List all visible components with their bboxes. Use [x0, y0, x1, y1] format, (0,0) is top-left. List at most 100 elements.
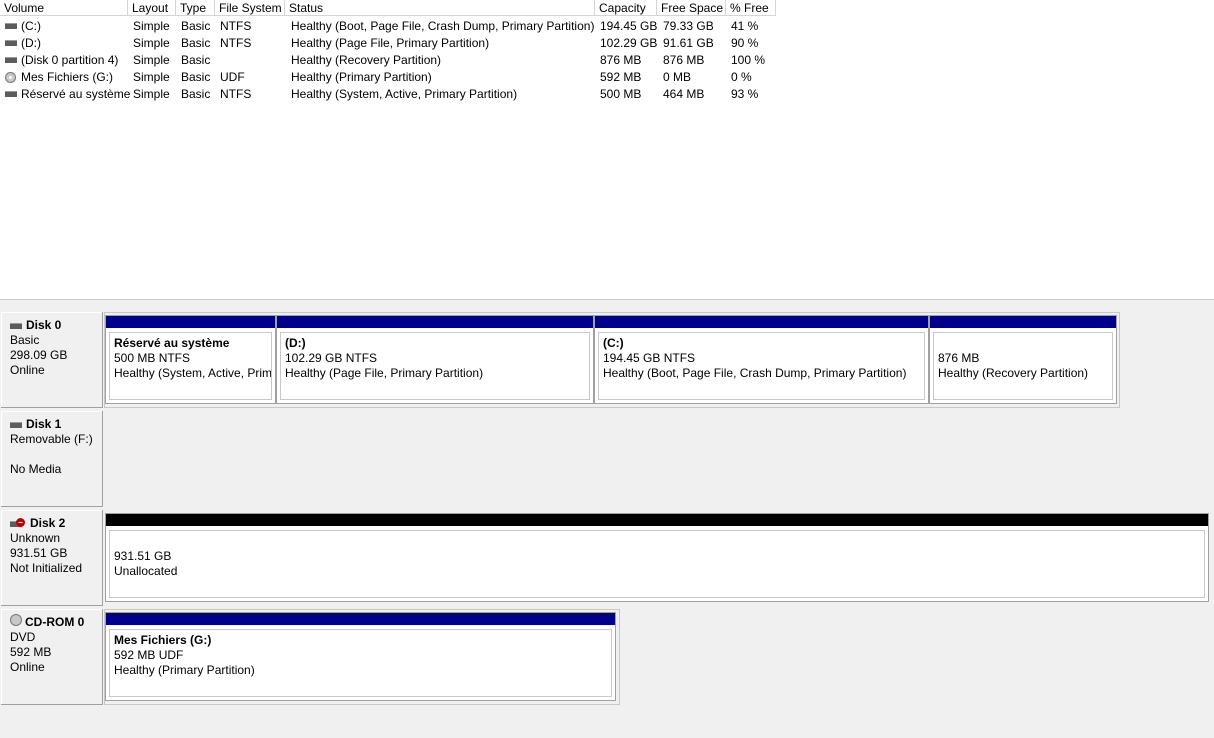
partition-status: Healthy (Primary Partition) — [114, 663, 255, 677]
cell-type: Basic — [181, 19, 211, 33]
cell-fs: NTFS — [220, 19, 252, 33]
partition-bar — [106, 613, 615, 626]
partition-size: 102.29 GB NTFS — [285, 351, 378, 365]
cell-free: 79.33 GB — [663, 19, 714, 33]
cell-free: 876 MB — [663, 53, 705, 67]
disk-name: Disk 0 — [26, 318, 62, 332]
pane-splitter[interactable] — [0, 299, 1214, 306]
partition-bar — [595, 316, 928, 329]
cell-capacity: 500 MB — [600, 87, 642, 101]
col-volume[interactable]: Volume — [0, 0, 128, 16]
cell-pct: 41 % — [731, 19, 759, 33]
table-row[interactable]: Mes Fichiers (G:) Simple Basic UDF Healt… — [0, 69, 780, 86]
cell-volume: Mes Fichiers (G:) — [21, 70, 114, 84]
table-row[interactable]: (D:) Simple Basic NTFS Healthy (Page Fil… — [0, 35, 780, 52]
partition-status: Unallocated — [114, 564, 178, 578]
partition-status: Healthy (System, Active, Prim — [114, 366, 272, 380]
disk-type: Removable (F:) — [10, 432, 93, 446]
cell-capacity: 194.45 GB — [600, 19, 658, 33]
col-status[interactable]: Status — [285, 0, 595, 16]
partition-bar — [277, 316, 593, 329]
partition-title: (C:) — [603, 336, 624, 350]
col-free-space[interactable]: Free Space — [657, 0, 726, 16]
table-row[interactable]: Réservé au système Simple Basic NTFS Hea… — [0, 86, 780, 103]
cell-volume: (D:) — [21, 36, 41, 50]
table-row[interactable]: (C:) Simple Basic NTFS Healthy (Boot, Pa… — [0, 18, 780, 35]
cell-capacity: 592 MB — [600, 70, 642, 84]
cell-fs: UDF — [220, 70, 245, 84]
cell-layout: Simple — [133, 87, 170, 101]
disk-0-label[interactable]: Disk 0 Basic 298.09 GB Online — [1, 312, 103, 408]
disk-status: Online — [10, 363, 45, 377]
col-percent-free[interactable]: % Free — [726, 0, 776, 16]
col-capacity[interactable]: Capacity — [595, 0, 657, 16]
col-file-system[interactable]: File System — [215, 0, 285, 16]
disk-size: 592 MB — [10, 645, 52, 659]
partition-recovery[interactable]: 876 MB Healthy (Recovery Partition) — [929, 315, 1117, 404]
cdrom-0-label[interactable]: CD-ROM 0 DVD 592 MB Online — [1, 609, 103, 705]
cell-free: 0 MB — [663, 70, 692, 84]
disk-status: Online — [10, 660, 45, 674]
partition-d[interactable]: (D:) 102.29 GB NTFS Healthy (Page File, … — [276, 315, 594, 404]
cell-layout: Simple — [133, 19, 170, 33]
cell-capacity: 102.29 GB — [600, 36, 658, 50]
cell-free: 464 MB — [663, 87, 705, 101]
partition-bar — [930, 316, 1116, 329]
cell-fs: NTFS — [220, 87, 252, 101]
col-layout[interactable]: Layout — [128, 0, 176, 16]
disk-size: 298.09 GB — [10, 348, 68, 362]
cell-layout: Simple — [133, 36, 170, 50]
cell-type: Basic — [181, 87, 211, 101]
partition-title: (D:) — [285, 336, 306, 350]
cell-layout: Simple — [133, 70, 170, 84]
partition-c[interactable]: (C:) 194.45 GB NTFS Healthy (Boot, Page … — [594, 315, 929, 404]
cd-icon — [10, 613, 22, 626]
cell-type: Basic — [181, 36, 211, 50]
disk-status: No Media — [10, 462, 62, 476]
partition-size: 592 MB UDF — [114, 648, 184, 662]
table-row[interactable]: (Disk 0 partition 4) Simple Basic Health… — [0, 52, 780, 69]
disk-1-label[interactable]: Disk 1 Removable (F:) No Media — [1, 411, 103, 507]
disk-type: DVD — [10, 630, 36, 644]
partition-size: 194.45 GB NTFS — [603, 351, 696, 365]
cell-pct: 100 % — [731, 53, 766, 67]
disk-name: CD-ROM 0 — [25, 615, 85, 629]
cell-status: Healthy (Boot, Page File, Crash Dump, Pr… — [291, 19, 595, 33]
partition-status: Healthy (Boot, Page File, Crash Dump, Pr… — [603, 366, 907, 380]
hard-disk-icon — [5, 23, 17, 29]
hard-disk-icon — [10, 322, 22, 329]
uninitialized-disk-icon: − — [10, 517, 25, 527]
column-header-row: Volume Layout Type File System Status Ca… — [0, 0, 1214, 17]
cell-pct: 93 % — [731, 87, 759, 101]
cell-free: 91.61 GB — [663, 36, 714, 50]
cell-status: Healthy (Page File, Primary Partition) — [291, 36, 490, 50]
partition-title: Mes Fichiers (G:) — [114, 633, 212, 647]
disk-type: Unknown — [10, 531, 61, 545]
partition-size: 931.51 GB — [114, 549, 172, 563]
cell-status: Healthy (System, Active, Primary Partiti… — [291, 87, 518, 101]
cell-fs: NTFS — [220, 36, 252, 50]
partition-mes-fichiers[interactable]: Mes Fichiers (G:) 592 MB UDF Healthy (Pr… — [105, 612, 616, 701]
partition-bar — [106, 316, 275, 329]
cell-pct: 90 % — [731, 36, 759, 50]
disk-2-label[interactable]: − Disk 2 Unknown 931.51 GB Not Initializ… — [1, 510, 103, 606]
col-type[interactable]: Type — [176, 0, 215, 16]
cell-status: Healthy (Recovery Partition) — [291, 53, 442, 67]
cell-pct: 0 % — [731, 70, 752, 84]
cell-volume: (Disk 0 partition 4) — [21, 53, 119, 67]
cell-capacity: 876 MB — [600, 53, 642, 67]
hard-disk-icon — [5, 40, 17, 46]
disk-type: Basic — [10, 333, 40, 347]
disk-size: 931.51 GB — [10, 546, 68, 560]
disk-size — [10, 447, 102, 462]
disk-status: Not Initialized — [10, 561, 83, 575]
cell-status: Healthy (Primary Partition) — [291, 70, 432, 84]
partition-reserve-systeme[interactable]: Réservé au système 500 MB NTFS Healthy (… — [105, 315, 276, 404]
hard-disk-icon — [10, 421, 22, 428]
disk-name: Disk 2 — [30, 516, 66, 530]
hard-disk-icon — [5, 57, 17, 63]
volume-list[interactable]: Volume Layout Type File System Status Ca… — [0, 0, 1214, 300]
partition-unallocated[interactable]: 931.51 GB Unallocated — [105, 513, 1209, 602]
partition-bar — [106, 514, 1208, 527]
hard-disk-icon — [5, 91, 17, 97]
